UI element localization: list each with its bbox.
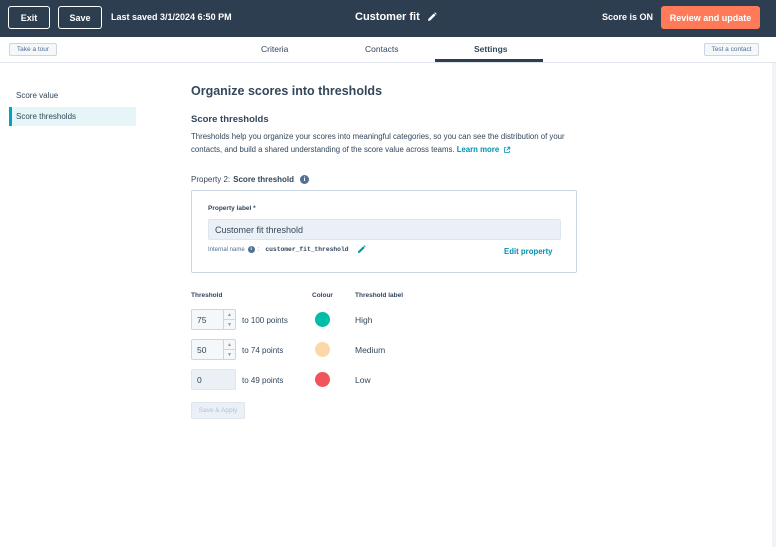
internal-name-separator: : xyxy=(257,246,260,253)
save-button[interactable]: Save xyxy=(58,6,102,29)
internal-name-label: Internal name xyxy=(208,246,245,253)
colour-swatch-low[interactable] xyxy=(315,372,330,387)
edit-property-link[interactable]: Edit property xyxy=(504,247,553,256)
threshold-label-medium: Medium xyxy=(355,345,386,355)
colour-swatch-high[interactable] xyxy=(315,312,330,327)
increment-arrow-icon[interactable]: ▲ xyxy=(224,310,235,320)
exit-button[interactable]: Exit xyxy=(8,6,50,29)
threshold-range-text: to 74 points xyxy=(242,346,284,355)
increment-arrow-icon[interactable]: ▲ xyxy=(224,340,235,350)
property-line: Property 2: Score threshold i xyxy=(191,175,310,184)
tab-criteria[interactable]: Criteria xyxy=(261,44,288,54)
section-description: Thresholds help you organize your scores… xyxy=(191,130,591,156)
stepper-arrows: ▲ ▼ xyxy=(223,340,235,359)
internal-name-value: customer_fit_threshold xyxy=(265,246,349,253)
page-title: Customer fit xyxy=(355,11,420,23)
column-header-threshold: Threshold xyxy=(191,292,223,299)
take-a-tour-button[interactable]: Take a tour xyxy=(9,43,57,56)
sidebar-item-label: Score value xyxy=(16,91,59,100)
stepper-arrows: ▲ ▼ xyxy=(223,310,235,329)
section-heading: Organize scores into thresholds xyxy=(191,84,383,98)
threshold-high-stepper[interactable]: 75 ▲ ▼ xyxy=(191,309,236,330)
last-saved-text: Last saved 3/1/2024 6:50 PM xyxy=(111,12,232,22)
threshold-range-text: to 100 points xyxy=(242,316,288,325)
review-and-update-button[interactable]: Review and update xyxy=(661,6,760,29)
colour-swatch-medium[interactable] xyxy=(315,342,330,357)
active-tab-indicator xyxy=(435,59,543,62)
save-and-apply-button[interactable]: Save & Apply xyxy=(191,402,245,419)
property-label-heading: Property label * xyxy=(208,205,256,212)
internal-name-info-icon[interactable]: i xyxy=(247,246,255,253)
property-prefix: Property 2: xyxy=(191,175,231,184)
sidebar-item-score-value[interactable]: Score value xyxy=(9,86,136,105)
property-name: Score threshold xyxy=(233,175,295,184)
tab-settings[interactable]: Settings xyxy=(474,44,508,54)
column-header-threshold-label: Threshold label xyxy=(355,292,404,299)
decrement-arrow-icon[interactable]: ▼ xyxy=(224,320,235,329)
title-group: Customer fit xyxy=(355,11,437,23)
sidebar-item-score-thresholds[interactable]: Score thresholds xyxy=(9,107,136,126)
decrement-arrow-icon[interactable]: ▼ xyxy=(224,350,235,359)
internal-name-row: Internal name i : customer_fit_threshold xyxy=(208,245,366,254)
scrollbar-track[interactable] xyxy=(772,63,776,547)
threshold-medium-stepper[interactable]: 50 ▲ ▼ xyxy=(191,339,236,360)
test-a-contact-button[interactable]: Test a contact xyxy=(704,43,759,56)
threshold-medium-value[interactable]: 50 xyxy=(192,340,223,359)
threshold-label-low: Low xyxy=(355,375,371,385)
edit-title-pencil-icon[interactable] xyxy=(427,12,437,22)
sidebar-item-label: Score thresholds xyxy=(16,112,77,121)
column-header-colour: Colour xyxy=(312,292,333,299)
threshold-label-high: High xyxy=(355,315,373,325)
tab-bar: Take a tour Criteria Contacts Settings T… xyxy=(0,37,776,63)
threshold-high-value[interactable]: 75 xyxy=(192,310,223,329)
property-card: Property label * Customer fit threshold … xyxy=(191,190,577,273)
score-status: Score is ON xyxy=(602,12,654,22)
property-label-input[interactable]: Customer fit threshold xyxy=(208,219,561,240)
edit-internal-name-pencil-icon[interactable] xyxy=(357,245,366,254)
threshold-range-text: to 49 points xyxy=(242,376,284,385)
learn-more-link[interactable]: Learn more xyxy=(457,145,499,154)
external-link-icon[interactable] xyxy=(503,146,511,154)
threshold-low-value: 0 xyxy=(191,369,236,390)
section-subheading: Score thresholds xyxy=(191,114,269,125)
top-bar: Exit Save Last saved 3/1/2024 6:50 PM Cu… xyxy=(0,0,776,37)
tab-contacts[interactable]: Contacts xyxy=(365,44,399,54)
info-icon[interactable]: i xyxy=(300,175,310,184)
